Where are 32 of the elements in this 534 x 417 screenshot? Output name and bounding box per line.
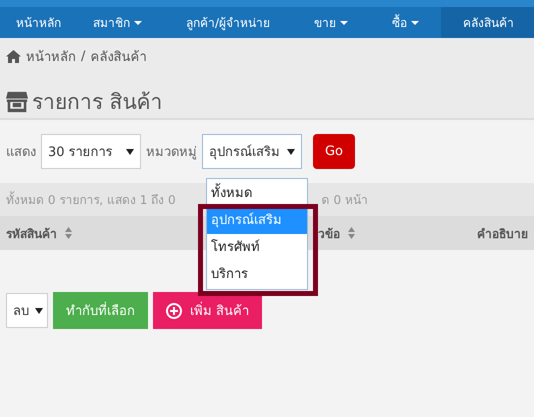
plus-circle-icon (166, 302, 182, 318)
sort-icon (348, 227, 355, 239)
caret-icon (411, 20, 420, 24)
page-title: รายการ สินค้า (32, 89, 163, 116)
nav-item[interactable]: สมาชิก (71, 7, 164, 38)
category-select[interactable]: อุปกรณ์เสริม (202, 134, 302, 169)
nav-item[interactable]: คลังสินค้า (441, 7, 534, 38)
bulk-action-select[interactable]: ลบ (6, 293, 48, 328)
nav-item[interactable]: ขาย (292, 7, 370, 38)
caret-icon (134, 20, 142, 24)
category-label: หมวดหมู่ (146, 144, 197, 162)
go-button[interactable]: Go (313, 134, 355, 169)
page-size-select[interactable]: 30 รายการ (41, 134, 141, 169)
dropdown-option[interactable]: อุปกรณ์เสริม (207, 207, 307, 234)
show-label: แสดง (6, 144, 36, 162)
home-icon (6, 50, 21, 63)
add-product-button[interactable]: เพิ่ม สินค้า (153, 292, 262, 329)
breadcrumb-item[interactable]: หน้าหลัก (26, 46, 76, 67)
column-header[interactable]: คำอธิบาย (477, 224, 528, 242)
caret-icon (340, 20, 348, 24)
store-icon (6, 90, 28, 112)
sort-icon (65, 227, 72, 239)
info-text: ด 0 หน้า (322, 192, 368, 209)
nav-item[interactable]: ลูกค้า/ผู้จำหน่าย (164, 7, 292, 38)
breadcrumb-item: คลังสินค้า (90, 49, 146, 67)
breadcrumb-separator: / (81, 49, 86, 64)
nav-item[interactable]: ซื้อ (370, 7, 442, 38)
column-header[interactable]: รหัสสินค้า (6, 224, 57, 242)
info-text: ทั้งหมด 0 รายการ, แสดง 1 ถึง 0 (6, 190, 176, 209)
apply-button[interactable]: ทำกับที่เลือก (53, 292, 148, 329)
column-header[interactable]: วข้อ (318, 224, 340, 242)
nav-item[interactable]: หน้าหลัก (6, 7, 71, 38)
